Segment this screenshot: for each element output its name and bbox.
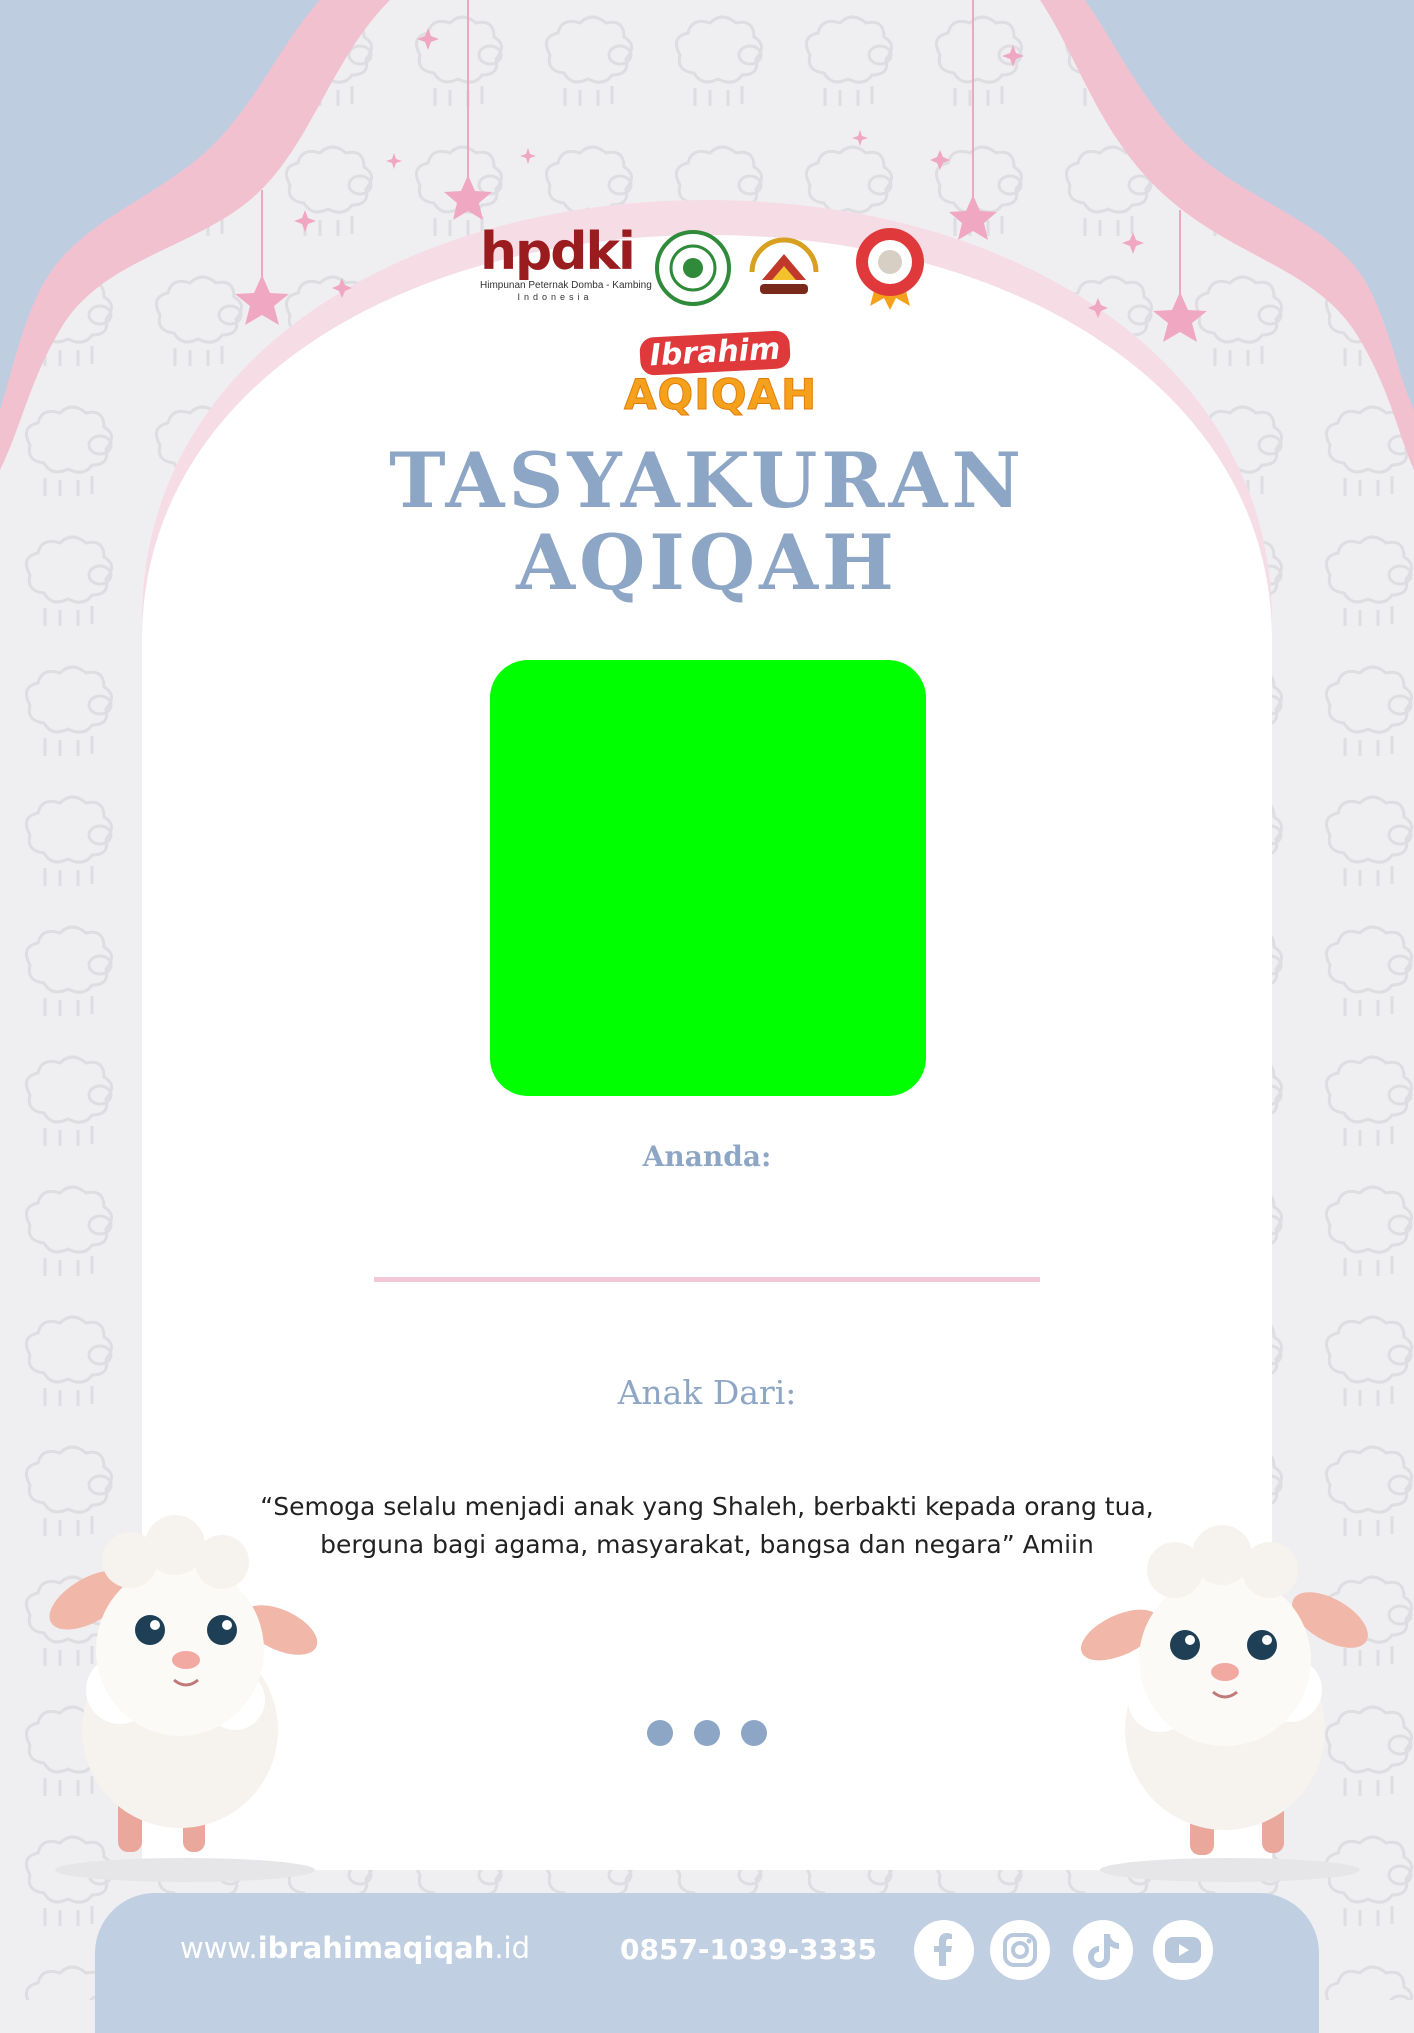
- website-link[interactable]: www.ibrahimaqiqah.id: [180, 1931, 530, 1965]
- website-prefix: www.: [180, 1931, 258, 1965]
- partner-logos: hpdki Himpunan Peternak Domba - Kambing …: [480, 222, 930, 312]
- photo-placeholder: [490, 660, 926, 1096]
- title-line-2: AQIQAH: [516, 518, 898, 607]
- facebook-icon[interactable]: [914, 1920, 974, 1980]
- hpdki-logo: hpdki Himpunan Peternak Domba - Kambing …: [480, 222, 652, 306]
- ananda-label: Ananda:: [642, 1140, 772, 1173]
- phone-number[interactable]: 0857-1039-3335: [620, 1933, 877, 1966]
- association-emblem-icon: [744, 232, 820, 308]
- hpdki-country: Indonesia: [517, 292, 593, 302]
- website-suffix: .id: [494, 1931, 531, 1965]
- name-divider-line: [374, 1277, 1040, 1282]
- brand-logo-bottom: AQIQAH: [624, 370, 818, 420]
- tiktok-icon[interactable]: [1073, 1920, 1133, 1980]
- instagram-icon[interactable]: [990, 1920, 1050, 1980]
- quality-badge-icon: [852, 226, 928, 310]
- website-domain: ibrahimaqiqah: [257, 1931, 495, 1965]
- mui-seal-icon: [655, 230, 731, 306]
- ibrahim-aqiqah-logo: Ibrahim AQIQAH: [620, 330, 817, 430]
- prayer-quote: “Semoga selalu menjadi anak yang Shaleh,…: [200, 1488, 1214, 1564]
- quote-line-2: berguna bagi agama, masyarakat, bangsa d…: [320, 1530, 1094, 1559]
- hpdki-subtitle: Himpunan Peternak Domba - Kambing: [480, 280, 652, 291]
- page-title: TASYAKURAN AQIQAH: [300, 440, 1114, 604]
- quote-line-1: “Semoga selalu menjadi anak yang Shaleh,…: [260, 1492, 1154, 1521]
- hpdki-wordmark: hpdki: [480, 222, 636, 282]
- decorative-dot: [647, 1720, 673, 1746]
- anak-dari-label: Anak Dari:: [617, 1373, 797, 1412]
- decorative-dot: [741, 1720, 767, 1746]
- title-line-1: TASYAKURAN: [389, 436, 1025, 525]
- decorative-dot: [694, 1720, 720, 1746]
- youtube-icon[interactable]: [1153, 1920, 1213, 1980]
